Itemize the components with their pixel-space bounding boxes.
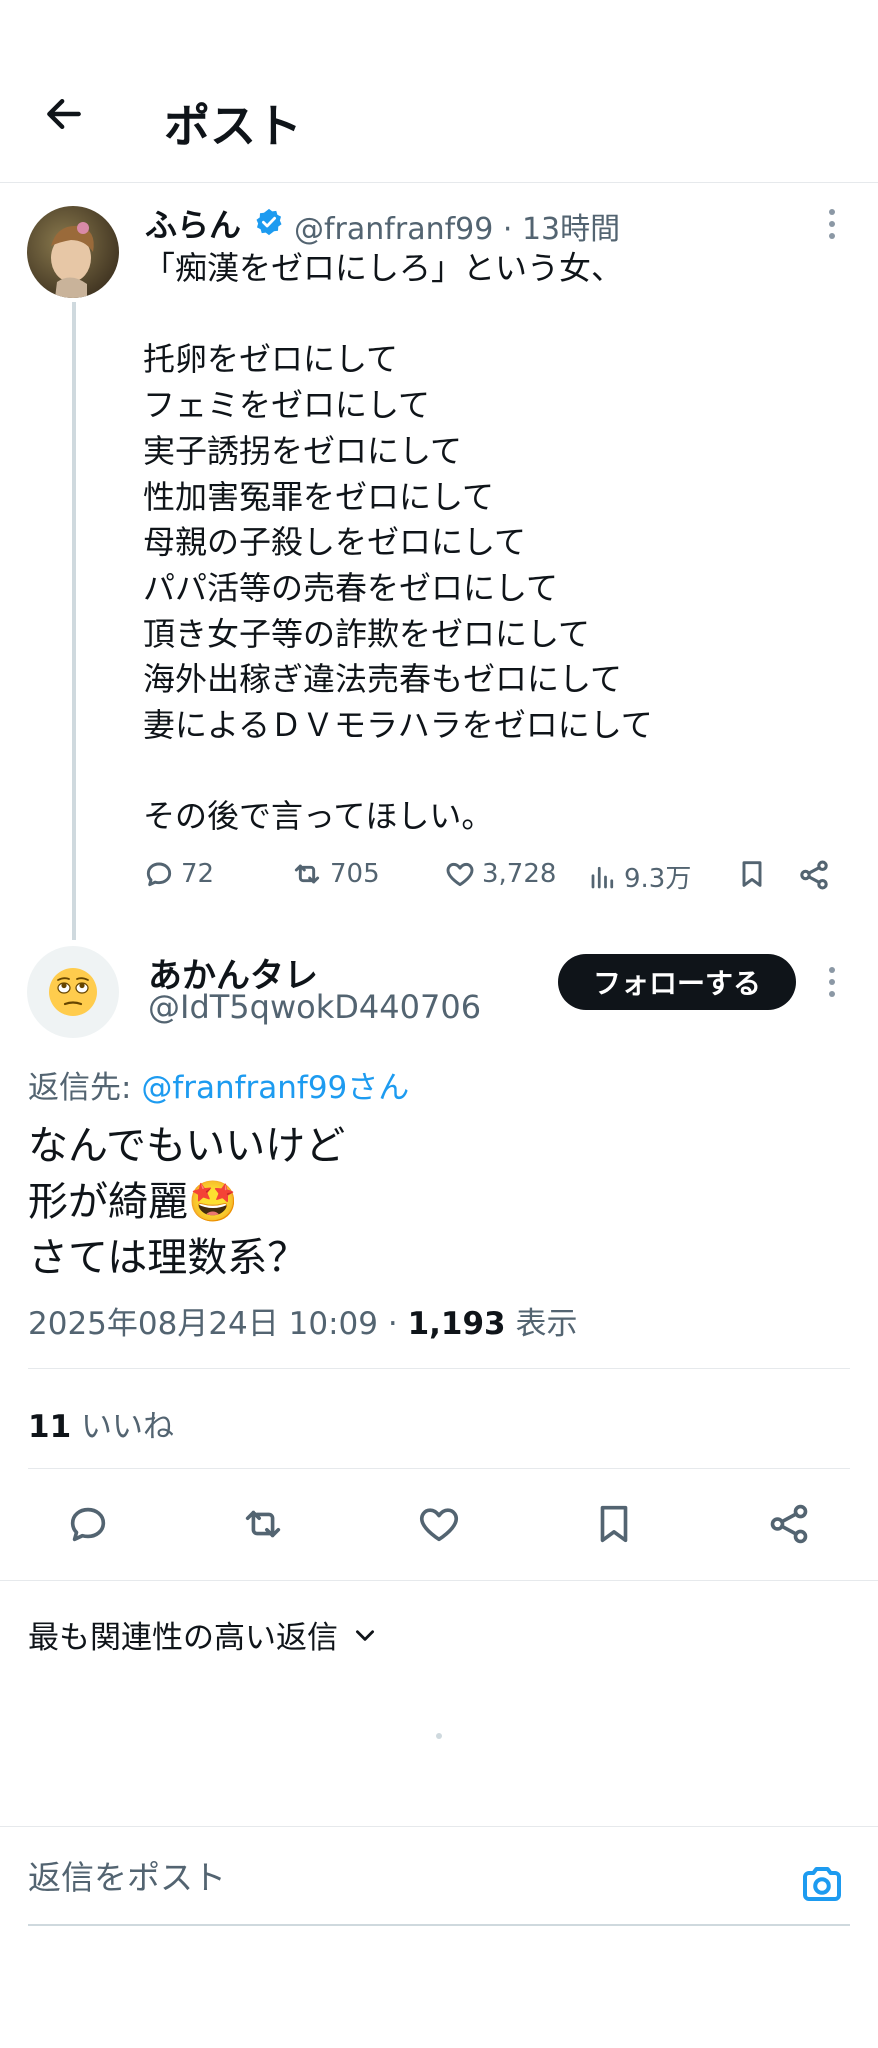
share-button[interactable] <box>797 858 831 892</box>
more-options-button[interactable] <box>812 962 852 1002</box>
heart-icon <box>419 1508 459 1542</box>
reply-count: 72 <box>181 859 215 889</box>
post-date[interactable]: 2025年08月24日 10:09 <box>28 1306 378 1342</box>
bookmark-button[interactable] <box>736 858 768 890</box>
author-handle[interactable]: @franfranf99 <box>294 212 493 247</box>
like-count: 11 <box>28 1409 72 1445</box>
divider <box>0 1580 878 1581</box>
post-text: 「痴漢をゼロにしろ」という女、 托卵をゼロにして フェミをゼロにして 実子誘拐を… <box>143 249 653 836</box>
like-button[interactable] <box>407 1492 471 1556</box>
more-dots-icon <box>829 967 835 973</box>
separator: · <box>502 212 513 247</box>
bookmark-button[interactable] <box>582 1492 646 1556</box>
views-button[interactable]: 9.3万 <box>588 858 691 895</box>
more-options-button[interactable] <box>812 204 852 244</box>
share-icon <box>770 1504 808 1544</box>
reply-icon <box>146 862 172 887</box>
views-label: 表示 <box>515 1306 578 1342</box>
analytics-icon <box>591 866 614 888</box>
view-count: 1,193 <box>407 1306 506 1342</box>
reply-to-label: 返信先: <box>28 1070 142 1106</box>
repost-button[interactable]: 705 <box>290 858 380 890</box>
replies-sort-dropdown[interactable]: 最も関連性の高い返信 <box>28 1612 378 1657</box>
verified-badge-icon <box>254 207 284 241</box>
loading-indicator <box>436 1733 442 1739</box>
follow-button[interactable]: フォローする <box>558 954 796 1010</box>
reply-icon <box>70 1507 106 1542</box>
author-handle-row: @franfranf99 · 13時間 <box>294 204 620 248</box>
divider <box>0 1826 878 1827</box>
replies-sort-label: 最も関連性の高い返信 <box>28 1620 338 1656</box>
repost-button[interactable] <box>231 1492 295 1556</box>
painting-portrait-icon <box>27 206 119 298</box>
view-count: 9.3万 <box>624 864 692 894</box>
separator: · <box>387 1306 398 1342</box>
reply-to-mention[interactable]: @franfranf99さん <box>141 1070 409 1106</box>
author-handle[interactable]: @IdT5qwokD440706 <box>148 988 481 1026</box>
like-button[interactable]: 3,728 <box>444 858 556 890</box>
camera-button[interactable] <box>796 1858 848 1910</box>
reply-button[interactable] <box>56 1492 120 1556</box>
bookmark-icon <box>742 861 762 887</box>
post-meta: 2025年08月24日 10:09 · 1,193 表示 <box>28 1298 577 1343</box>
avatar[interactable] <box>27 206 119 298</box>
chevron-down-icon <box>356 1629 374 1641</box>
share-button[interactable] <box>757 1492 821 1556</box>
likes-summary[interactable]: 11 いいね <box>28 1401 174 1446</box>
author-name[interactable]: ふらん <box>145 200 241 246</box>
eye-roll-emoji-icon <box>49 968 97 1016</box>
reply-input[interactable] <box>28 1858 788 1897</box>
arrow-left-icon <box>47 98 81 130</box>
reply-to-line: 返信先: @franfranf99さん <box>28 1062 409 1107</box>
post-text: なんでもいいけど 形が綺麗🤩 さては理数系？ <box>28 1123 346 1281</box>
back-button[interactable] <box>28 78 100 150</box>
reply-button[interactable]: 72 <box>143 858 214 890</box>
avatar[interactable] <box>27 946 119 1038</box>
bookmark-icon <box>600 1505 628 1543</box>
heart-icon <box>446 862 474 887</box>
thread-connector-line <box>72 302 76 940</box>
post-time[interactable]: 13時間 <box>522 212 620 247</box>
more-dots-icon <box>829 209 835 215</box>
camera-icon <box>803 1867 841 1901</box>
like-count: 3,728 <box>482 859 557 889</box>
input-underline <box>28 1924 850 1926</box>
repost-icon <box>245 1510 281 1538</box>
page-title: ポスト <box>164 99 302 153</box>
share-icon <box>800 860 828 890</box>
likes-label: いいね <box>81 1409 174 1445</box>
divider <box>28 1368 850 1369</box>
repost-icon <box>294 864 320 884</box>
repost-count: 705 <box>330 859 380 889</box>
top-bar <box>0 60 878 183</box>
